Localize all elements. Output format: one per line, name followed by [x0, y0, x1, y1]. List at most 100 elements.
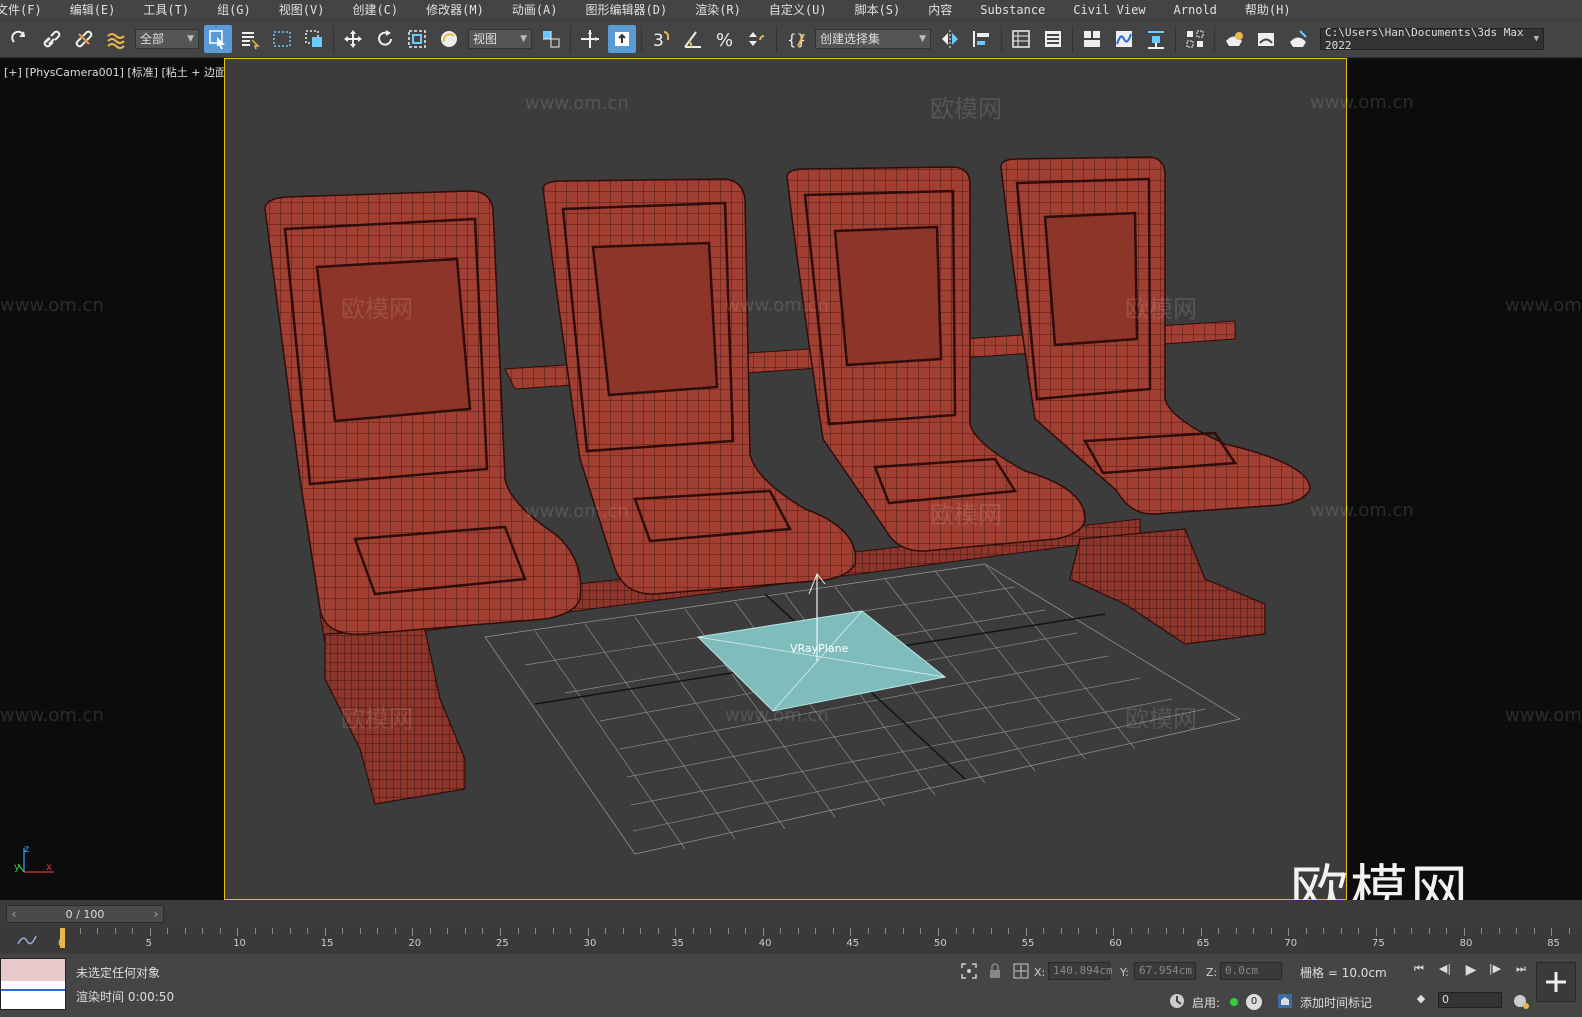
viewport-right-pane[interactable]	[1347, 58, 1582, 900]
timeline-tick	[990, 928, 992, 934]
x-coord-field[interactable]: 140.894cm	[1048, 962, 1113, 980]
align-icon[interactable]	[968, 25, 996, 53]
time-tag-icon[interactable]	[1276, 992, 1294, 1010]
schematic-view-icon[interactable]	[1142, 25, 1170, 53]
menu-arnold[interactable]: Arnold	[1160, 0, 1231, 20]
project-folder-path[interactable]: C:\Users\Han\Documents\3ds Max 2022 ▼	[1320, 26, 1544, 52]
ribbon-toggle-icon[interactable]	[1078, 25, 1106, 53]
menu-graph-editors[interactable]: 图形编辑器(D)	[572, 0, 682, 20]
menu-create[interactable]: 创建(C)	[338, 0, 412, 20]
link-icon[interactable]	[38, 25, 66, 53]
timeline-tick	[1446, 928, 1448, 934]
percent-snap-icon[interactable]: %	[711, 25, 739, 53]
select-by-name-icon[interactable]	[236, 25, 264, 53]
rotate-icon[interactable]	[371, 25, 399, 53]
timeline-tick	[920, 928, 922, 934]
next-frame-arrow-icon[interactable]: ›	[149, 907, 163, 921]
timeline-tick	[1130, 928, 1132, 934]
next-frame-icon[interactable]: |▶	[1486, 962, 1504, 978]
rendered-frame-window-icon[interactable]	[1252, 25, 1280, 53]
isolate-selection-icon[interactable]	[960, 962, 978, 980]
bind-space-warp-icon[interactable]	[102, 25, 130, 53]
layer-explorer-icon[interactable]	[1039, 25, 1067, 53]
mirror-icon[interactable]	[936, 25, 964, 53]
edit-named-selection-icon[interactable]: {}	[782, 25, 810, 53]
absolute-mode-icon[interactable]	[1012, 962, 1030, 980]
selection-lock-icon[interactable]	[986, 962, 1004, 980]
material-editor-icon[interactable]	[1181, 25, 1209, 53]
y-coord-field[interactable]: 67.954cm	[1134, 962, 1196, 980]
keyboard-shortcut-override-icon[interactable]	[608, 24, 636, 53]
prev-frame-arrow-icon[interactable]: ‹	[7, 907, 21, 921]
reference-coordinate-dropdown[interactable]: 视图 ▼	[468, 28, 532, 49]
enable-status-dot[interactable]	[1230, 998, 1238, 1006]
redo-icon[interactable]	[6, 25, 34, 53]
viewport-navigation-icon[interactable]	[1536, 962, 1576, 1002]
adaptive-degradation-icon[interactable]	[1168, 992, 1186, 1010]
zero-badge[interactable]: 0	[1246, 994, 1262, 1010]
menu-scripting[interactable]: 脚本(S)	[841, 0, 915, 20]
menu-edit[interactable]: 编辑(E)	[56, 0, 130, 20]
menu-views[interactable]: 视图(V)	[265, 0, 339, 20]
snaps-toggle-icon[interactable]: 3	[647, 25, 675, 53]
mini-curve-editor-icon[interactable]	[16, 932, 38, 948]
menu-civil-view[interactable]: Civil View	[1059, 0, 1159, 20]
camera-viewport[interactable]: VRayPlane 欧模网 www.om.cn 欧模网 欧模网 www.om.c…	[224, 58, 1347, 900]
menu-content[interactable]: 内容	[914, 0, 966, 20]
add-time-tag[interactable]: 添加时间标记	[1300, 994, 1372, 1011]
rect-selection-region-icon[interactable]	[268, 25, 296, 53]
current-frame-field[interactable]: 0	[1438, 992, 1502, 1008]
timeline-tick	[132, 928, 134, 934]
scene-explorer-icon[interactable]	[1007, 25, 1035, 53]
timeline-tick	[1253, 928, 1255, 934]
time-configuration-icon[interactable]	[1512, 992, 1530, 1010]
select-manipulate-icon[interactable]	[576, 25, 604, 53]
axis-x-label: x	[46, 862, 52, 873]
viewport-label[interactable]: [+] [PhysCamera001] [标准] [粘土 + 边面]	[4, 64, 230, 80]
timeline-tick	[97, 928, 99, 934]
menu-customize[interactable]: 自定义(U)	[755, 0, 841, 20]
timeline-tick-label: 40	[758, 938, 772, 949]
watermark-url: www.om.cn	[1310, 500, 1414, 521]
selection-filter-dropdown[interactable]: 全部 ▼	[135, 28, 199, 49]
menu-group[interactable]: 组(G)	[203, 0, 265, 20]
render-setup-icon[interactable]	[1220, 25, 1248, 53]
z-coord-field[interactable]: 0.0cm	[1220, 962, 1282, 980]
timeline-tick	[832, 928, 834, 934]
named-selection-set-dropdown[interactable]: 创建选择集 ▼	[815, 28, 931, 49]
go-to-end-icon[interactable]: ⏭	[1512, 962, 1530, 978]
pivot-center-icon[interactable]	[537, 25, 565, 53]
time-slider[interactable]: ‹ 0 / 100 ›	[6, 905, 164, 923]
menu-help[interactable]: 帮助(H)	[1231, 0, 1305, 20]
spinner-snap-icon[interactable]	[743, 25, 771, 53]
play-icon[interactable]: ▶	[1462, 962, 1480, 978]
select-object-icon[interactable]	[204, 24, 232, 53]
viewport-left-pane[interactable]	[0, 58, 224, 900]
menu-animation[interactable]: 动画(A)	[498, 0, 572, 20]
go-to-start-icon[interactable]: ⏮	[1410, 962, 1428, 978]
render-production-icon[interactable]	[1284, 25, 1312, 53]
timeline-tick-label: 80	[1459, 938, 1473, 949]
scale-icon[interactable]	[403, 25, 431, 53]
previous-frame-icon[interactable]: ◀|	[1436, 962, 1454, 978]
menu-tools[interactable]: 工具(T)	[129, 0, 203, 20]
key-mode-toggle-icon[interactable]: ◆	[1412, 992, 1430, 1008]
curve-editor-icon[interactable]	[1110, 25, 1138, 53]
menu-substance[interactable]: Substance	[966, 0, 1059, 20]
menu-file[interactable]: 文件(F)	[0, 0, 56, 20]
menu-modifiers[interactable]: 修改器(M)	[412, 0, 498, 20]
placement-icon[interactable]	[435, 25, 463, 53]
timeline-tick-label: 5	[145, 938, 152, 949]
maxscript-mini-listener[interactable]	[0, 958, 66, 1010]
unlink-icon[interactable]	[70, 25, 98, 53]
move-icon[interactable]	[339, 25, 367, 53]
time-cursor[interactable]	[60, 928, 65, 948]
angle-snap-icon[interactable]	[679, 25, 707, 53]
timeline-tick	[202, 928, 204, 934]
timeline-tick	[1148, 928, 1150, 934]
window-crossing-icon[interactable]	[300, 25, 328, 53]
scene-canvas[interactable]	[225, 59, 1347, 900]
timeline-ruler[interactable]: 0510152025303540455055606570758085	[58, 928, 1582, 954]
menu-rendering[interactable]: 渲染(R)	[681, 0, 755, 20]
watermark-url: www.om.cn	[725, 295, 829, 316]
